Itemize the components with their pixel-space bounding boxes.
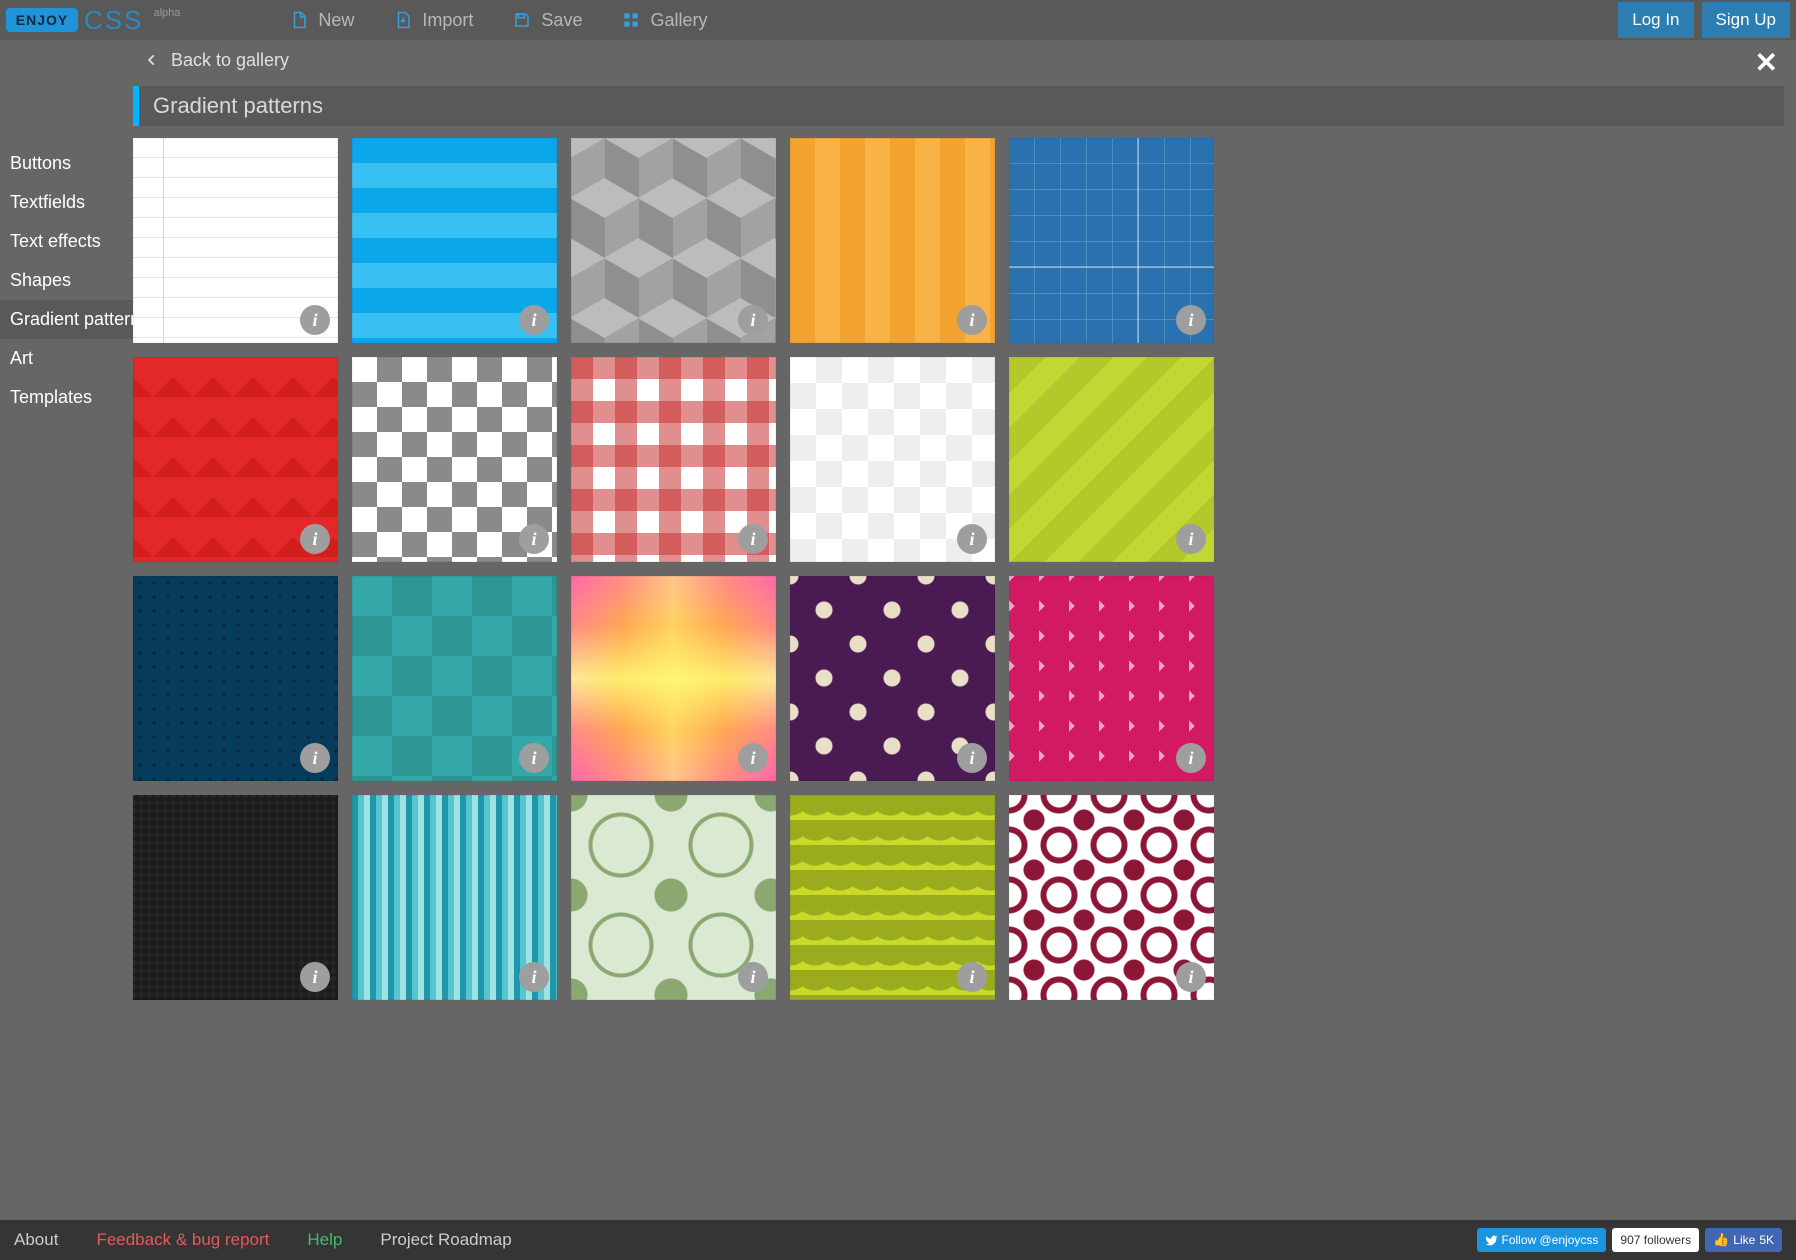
logo[interactable]: ENJOY CSS alpha [6,5,180,36]
info-icon[interactable]: i [738,305,768,335]
pattern-tile-red-gingham[interactable]: i [571,357,776,562]
logo-enjoy: ENJOY [6,8,78,32]
sidebar-item-buttons[interactable]: Buttons [0,144,133,183]
info-icon[interactable]: i [300,743,330,773]
info-icon[interactable]: i [957,962,987,992]
chevron-left-icon[interactable] [145,53,159,67]
pattern-tile-navy-dots[interactable]: i [133,576,338,781]
section-title-label: Gradient patterns [153,93,323,119]
info-icon[interactable]: i [738,524,768,554]
footer-help-link[interactable]: Help [307,1230,342,1250]
pattern-tile-orange-vertical-stripes[interactable]: i [790,138,995,343]
info-icon[interactable]: i [957,305,987,335]
grid-icon [622,11,640,29]
info-icon[interactable]: i [1176,962,1206,992]
footer-roadmap-link[interactable]: Project Roadmap [380,1230,511,1250]
top-actions: New Import Save Gallery [290,10,707,31]
pattern-tile-transparent-checker[interactable]: i [790,357,995,562]
pattern-tile-carbon-fiber[interactable]: i [133,795,338,1000]
close-icon[interactable]: ✕ [1755,46,1778,79]
pattern-tile-maroon-rings[interactable]: i [1009,795,1214,1000]
logo-alpha: alpha [153,7,180,19]
new-label: New [318,10,354,31]
pattern-tile-heat-pixels[interactable]: i [571,576,776,781]
new-button[interactable]: New [290,10,354,31]
pattern-tile-blueprint-grid[interactable]: i [1009,138,1214,343]
sidebar-item-art[interactable]: Art [0,339,133,378]
thumb-icon: 👍 [1713,1232,1729,1248]
import-icon [394,11,412,29]
info-icon[interactable]: i [519,305,549,335]
info-icon[interactable]: i [519,524,549,554]
fb-like-count: 5K [1759,1233,1774,1247]
info-icon[interactable]: i [519,962,549,992]
sidebar-item-text-effects[interactable]: Text effects [0,222,133,261]
gallery-button[interactable]: Gallery [622,10,707,31]
sidebar: ButtonsTextfieldsText effectsShapesGradi… [0,40,133,1220]
topbar: ENJOY CSS alpha New Import Save Ga [0,0,1796,40]
twitter-follow-label: Follow @enjoycss [1502,1233,1599,1247]
pattern-tile-olive-arcs[interactable]: i [790,795,995,1000]
twitter-follow-button[interactable]: Follow @enjoycss [1477,1228,1607,1252]
pattern-tile-olive-circles[interactable]: i [571,795,776,1000]
save-label: Save [541,10,582,31]
gallery-label: Gallery [650,10,707,31]
logo-css: CSS [84,5,143,36]
main: ButtonsTextfieldsText effectsShapesGradi… [0,40,1796,1220]
info-icon[interactable]: i [300,962,330,992]
pattern-tile-grey-diamonds[interactable]: i [352,357,557,562]
info-icon[interactable]: i [300,524,330,554]
login-button[interactable]: Log In [1618,2,1693,38]
sidebar-item-textfields[interactable]: Textfields [0,183,133,222]
footer-social: Follow @enjoycss 907 followers 👍 Like 5K [1477,1228,1783,1252]
info-icon[interactable]: i [957,743,987,773]
import-label: Import [422,10,473,31]
auth-buttons: Log In Sign Up [1618,2,1796,38]
section-title: Gradient patterns [133,86,1784,126]
pattern-tile-grey-cubes[interactable]: i [571,138,776,343]
pattern-tile-lime-diagonal-stripes[interactable]: i [1009,357,1214,562]
fb-like-label: Like [1733,1233,1755,1247]
info-icon[interactable]: i [738,962,768,992]
gallery-grid: i i i i i i i i i i i i i i i i i i i i [133,138,1784,1000]
pattern-tile-teal-thin-stripes[interactable]: i [352,795,557,1000]
info-icon[interactable]: i [1176,305,1206,335]
pattern-tile-teal-argyle[interactable]: i [352,576,557,781]
info-icon[interactable]: i [300,305,330,335]
pattern-tile-pink-zigzag[interactable]: i [1009,576,1214,781]
facebook-like-button[interactable]: 👍 Like 5K [1705,1228,1782,1252]
pattern-tile-lined-paper[interactable]: i [133,138,338,343]
signup-button[interactable]: Sign Up [1702,2,1790,38]
sidebar-item-templates[interactable]: Templates [0,378,133,417]
info-icon[interactable]: i [957,524,987,554]
footer: About Feedback & bug report Help Project… [0,1220,1796,1260]
pattern-tile-blue-horizontal-stripes[interactable]: i [352,138,557,343]
gallery-scroll[interactable]: i i i i i i i i i i i i i i i i i i i i [133,126,1796,1220]
content-header: Back to gallery ✕ [133,40,1796,80]
info-icon[interactable]: i [1176,524,1206,554]
twitter-follower-count[interactable]: 907 followers [1612,1228,1699,1252]
footer-about-link[interactable]: About [14,1230,58,1250]
import-button[interactable]: Import [394,10,473,31]
back-to-gallery-link[interactable]: Back to gallery [171,50,289,71]
info-icon[interactable]: i [738,743,768,773]
save-button[interactable]: Save [513,10,582,31]
footer-feedback-link[interactable]: Feedback & bug report [96,1230,269,1250]
info-icon[interactable]: i [519,743,549,773]
content: Back to gallery ✕ Gradient patterns iiii… [133,40,1796,1220]
info-icon[interactable]: i [1176,743,1206,773]
pattern-tile-purple-stars[interactable]: i [790,576,995,781]
pattern-tile-red-triangles[interactable]: i [133,357,338,562]
file-icon [290,11,308,29]
sidebar-item-shapes[interactable]: Shapes [0,261,133,300]
sidebar-item-gradient-patterns[interactable]: Gradient patterns [0,300,133,339]
save-icon [513,11,531,29]
